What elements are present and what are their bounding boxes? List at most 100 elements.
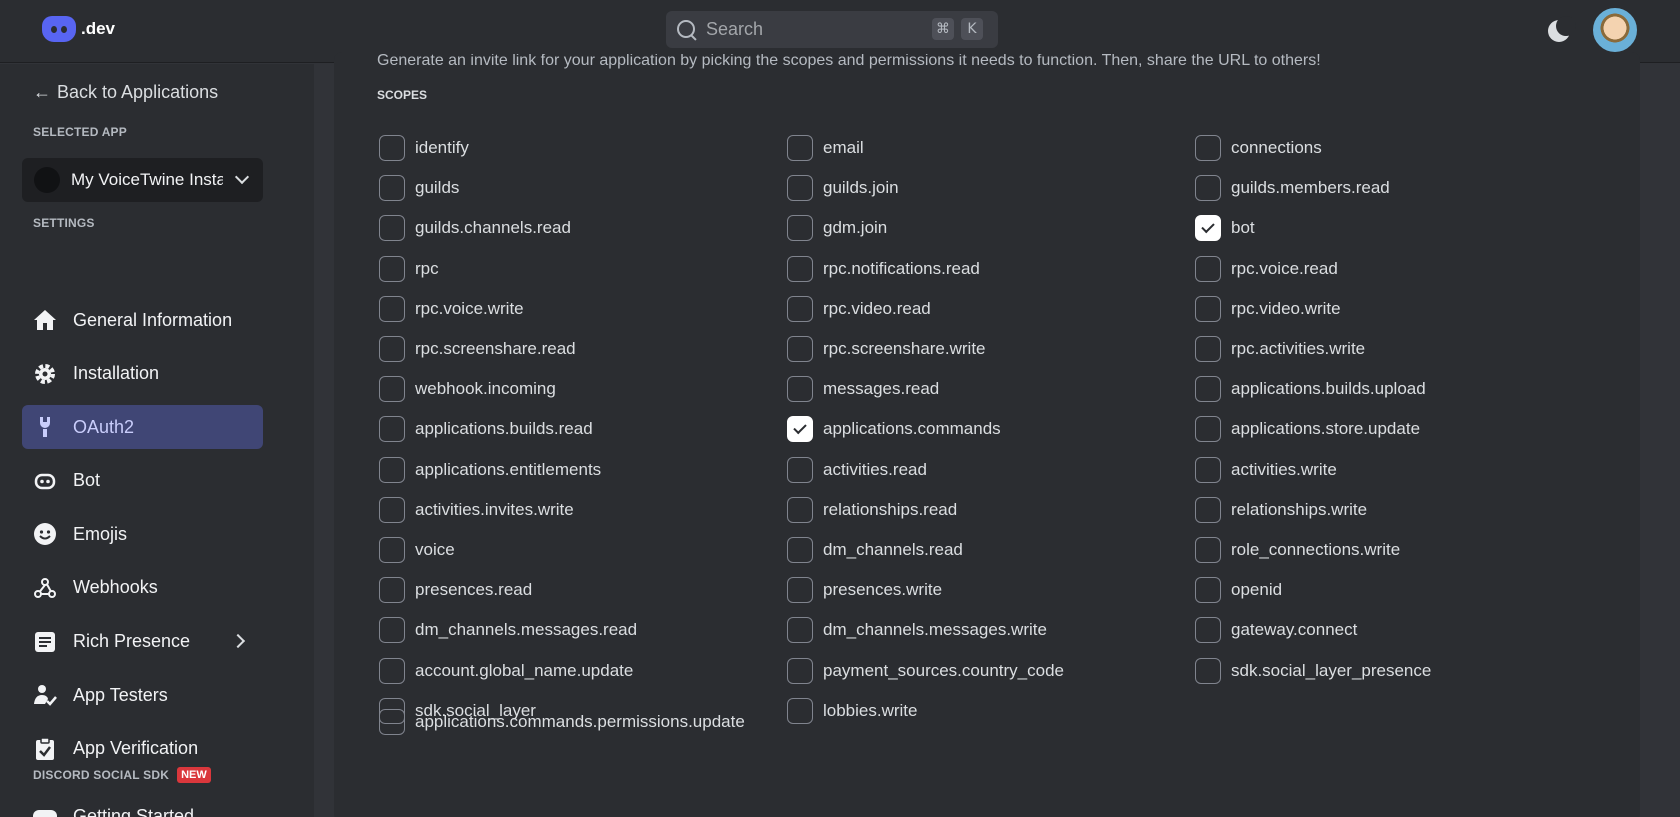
scope-checkbox[interactable] (1195, 175, 1221, 202)
scope-checkbox[interactable] (787, 617, 813, 644)
scope-checkbox[interactable] (1195, 215, 1221, 242)
back-to-applications-link[interactable]: ← Back to Applications (33, 82, 218, 103)
scope-option-activities-read[interactable]: activities.read (787, 456, 927, 484)
scope-checkbox[interactable] (379, 617, 405, 644)
user-avatar[interactable] (1593, 8, 1637, 52)
scope-option-payment-sources-country-code[interactable]: payment_sources.country_code (787, 657, 1064, 685)
scope-option-applications-commands[interactable]: applications.commands (787, 415, 1001, 443)
scope-option-applications-builds-read[interactable]: applications.builds.read (379, 415, 593, 443)
scope-option-applications-store-update[interactable]: applications.store.update (1195, 415, 1420, 443)
scope-option-sdk-social-layer-presence[interactable]: sdk.social_layer_presence (1195, 657, 1431, 685)
scope-checkbox[interactable] (379, 657, 405, 684)
scope-checkbox[interactable] (379, 255, 405, 282)
search-input[interactable]: Search ⌘ K (666, 11, 998, 48)
scope-option-webhook-incoming[interactable]: webhook.incoming (379, 375, 556, 403)
scope-option-email[interactable]: email (787, 134, 864, 162)
sidebar-item-oauth2[interactable]: OAuth2 (22, 405, 263, 450)
scope-checkbox[interactable] (379, 295, 405, 322)
discord-dev-logo[interactable]: .dev (42, 16, 115, 42)
scope-checkbox[interactable] (787, 255, 813, 282)
scope-option-guilds-join[interactable]: guilds.join (787, 174, 899, 202)
scope-checkbox[interactable] (1195, 456, 1221, 483)
scope-checkbox[interactable] (1195, 255, 1221, 282)
sidebar-item-app-verification[interactable]: App Verification (22, 727, 263, 771)
scope-option-rpc-screenshare-write[interactable]: rpc.screenshare.write (787, 335, 986, 363)
scope-option-rpc-video-read[interactable]: rpc.video.read (787, 295, 931, 323)
scope-option-relationships-write[interactable]: relationships.write (1195, 496, 1367, 524)
theme-toggle-moon-icon[interactable] (1546, 16, 1576, 44)
scope-checkbox[interactable] (1195, 657, 1221, 684)
scope-checkbox[interactable] (787, 135, 813, 161)
scope-option-guilds-channels-read[interactable]: guilds.channels.read (379, 214, 571, 242)
scope-option-bot[interactable]: bot (1195, 214, 1255, 242)
scope-option-connections[interactable]: connections (1195, 134, 1322, 162)
scope-option-rpc-activities-write[interactable]: rpc.activities.write (1195, 335, 1365, 363)
scope-checkbox[interactable] (379, 577, 405, 604)
sidebar-item-rich-presence[interactable]: Rich Presence (22, 620, 263, 664)
scope-option-identify[interactable]: identify (379, 134, 469, 162)
scope-option-presences-read[interactable]: presences.read (379, 576, 532, 604)
scope-checkbox[interactable] (1195, 496, 1221, 523)
sidebar-item-getting-started[interactable]: Getting Started (32, 803, 194, 817)
scope-option-relationships-read[interactable]: relationships.read (787, 496, 957, 524)
sidebar-item-general-information[interactable]: General Information (22, 298, 263, 342)
scope-option-rpc[interactable]: rpc (379, 255, 439, 283)
scope-checkbox[interactable] (787, 577, 813, 604)
scope-option-rpc-voice-read[interactable]: rpc.voice.read (1195, 255, 1338, 283)
scope-checkbox[interactable] (787, 175, 813, 202)
scope-option-rpc-screenshare-read[interactable]: rpc.screenshare.read (379, 335, 576, 363)
sidebar-item-webhooks[interactable]: Webhooks (22, 566, 263, 610)
scope-checkbox[interactable] (787, 697, 813, 724)
scope-option-applications-builds-upload[interactable]: applications.builds.upload (1195, 375, 1426, 403)
scope-checkbox[interactable] (787, 295, 813, 322)
scope-checkbox[interactable] (1195, 416, 1221, 443)
scope-option-rpc-notifications-read[interactable]: rpc.notifications.read (787, 255, 980, 283)
scope-checkbox[interactable] (379, 496, 405, 523)
scope-checkbox[interactable] (1195, 295, 1221, 322)
scope-checkbox[interactable] (787, 657, 813, 684)
scope-checkbox[interactable] (1195, 617, 1221, 644)
scope-checkbox[interactable] (787, 215, 813, 242)
scope-option-guilds[interactable]: guilds (379, 174, 459, 202)
scope-checkbox[interactable] (379, 135, 405, 161)
scope-checkbox[interactable] (1195, 336, 1221, 362)
scope-option-presences-write[interactable]: presences.write (787, 576, 942, 604)
scope-checkbox[interactable] (379, 376, 405, 403)
scope-checkbox[interactable] (1195, 577, 1221, 604)
scope-option-applications-commands-permissions-update[interactable]: applications.commands.permissions.update (379, 708, 745, 736)
app-selector-dropdown[interactable]: My VoiceTwine Insta (22, 158, 263, 202)
scope-option-rpc-video-write[interactable]: rpc.video.write (1195, 295, 1341, 323)
scope-option-gateway-connect[interactable]: gateway.connect (1195, 616, 1357, 644)
scope-option-dm-channels-read[interactable]: dm_channels.read (787, 536, 963, 564)
scope-checkbox[interactable] (1195, 376, 1221, 403)
scope-checkbox[interactable] (787, 416, 813, 443)
scope-checkbox[interactable] (787, 537, 813, 563)
scope-checkbox[interactable] (787, 376, 813, 403)
scope-checkbox[interactable] (379, 336, 405, 362)
scope-checkbox[interactable] (379, 175, 405, 202)
scope-checkbox[interactable] (787, 456, 813, 483)
sidebar-item-bot[interactable]: Bot (22, 459, 263, 503)
scope-checkbox[interactable] (379, 537, 405, 563)
scope-option-account-global-name-update[interactable]: account.global_name.update (379, 657, 633, 685)
sidebar-item-app-testers[interactable]: App Testers (22, 673, 263, 717)
scope-option-role-connections-write[interactable]: role_connections.write (1195, 536, 1400, 564)
scope-option-dm-channels-messages-read[interactable]: dm_channels.messages.read (379, 616, 637, 644)
scope-option-messages-read[interactable]: messages.read (787, 375, 939, 403)
sidebar-item-installation[interactable]: Installation (22, 352, 263, 396)
scope-checkbox[interactable] (1195, 135, 1221, 161)
scope-option-gdm-join[interactable]: gdm.join (787, 214, 887, 242)
scope-checkbox[interactable] (379, 456, 405, 483)
scope-option-applications-entitlements[interactable]: applications.entitlements (379, 456, 601, 484)
scope-checkbox[interactable] (379, 416, 405, 443)
scope-option-activities-write[interactable]: activities.write (1195, 456, 1337, 484)
scope-option-voice[interactable]: voice (379, 536, 455, 564)
scope-checkbox[interactable] (787, 336, 813, 362)
scope-option-openid[interactable]: openid (1195, 576, 1282, 604)
scope-option-dm-channels-messages-write[interactable]: dm_channels.messages.write (787, 616, 1047, 644)
scope-checkbox[interactable] (379, 709, 405, 735)
sidebar-item-emojis[interactable]: Emojis (22, 512, 263, 556)
scope-checkbox[interactable] (379, 215, 405, 242)
scope-option-lobbies-write[interactable]: lobbies.write (787, 697, 918, 725)
scope-option-activities-invites-write[interactable]: activities.invites.write (379, 496, 574, 524)
